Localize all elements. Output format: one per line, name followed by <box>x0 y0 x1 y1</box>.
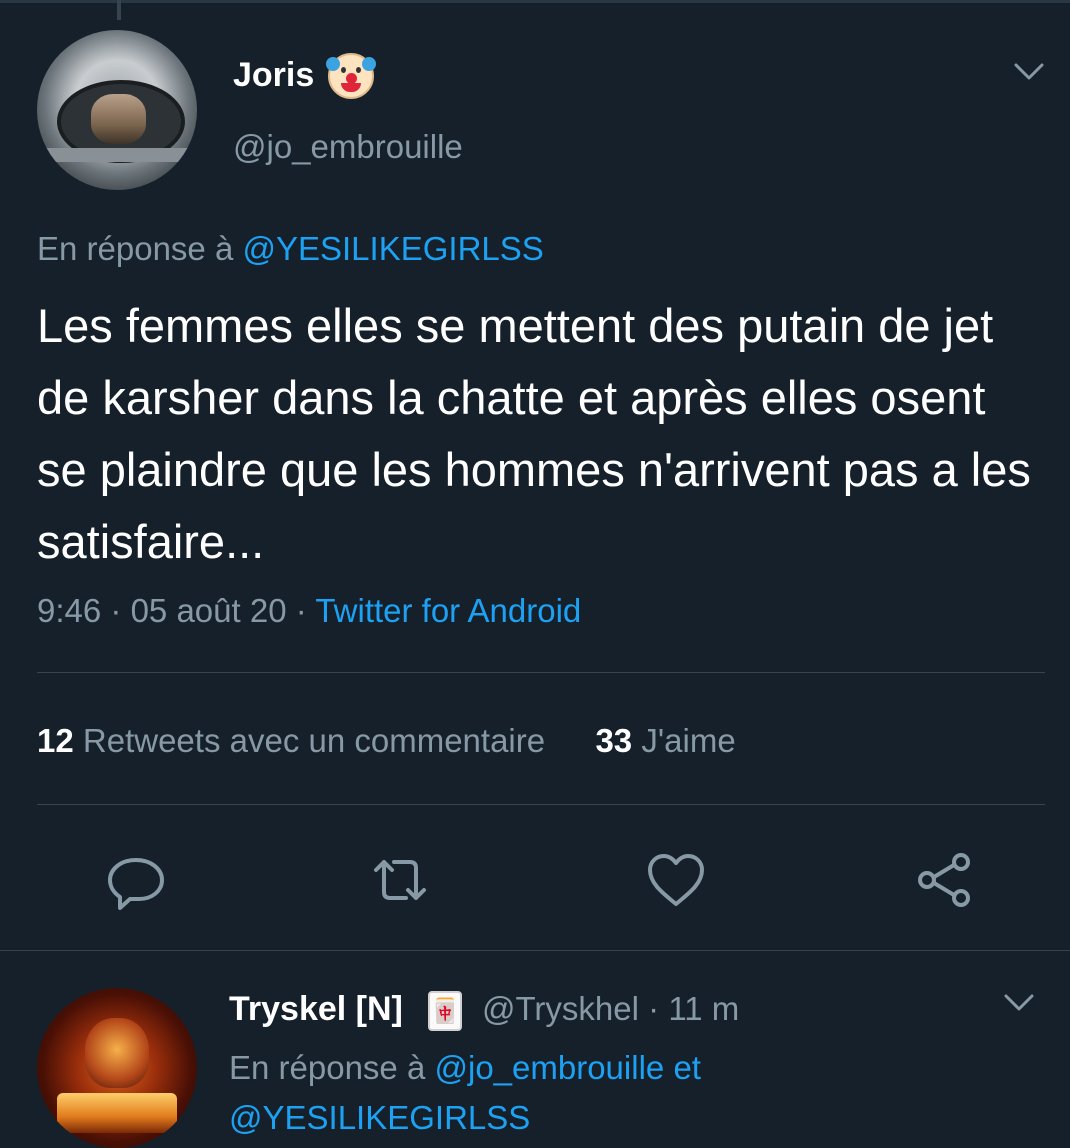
chevron-down-icon[interactable] <box>1013 62 1045 82</box>
reply-mention-link[interactable]: @YESILIKEGIRLSS <box>242 230 543 267</box>
tweet-text: Les femmes elles se mettent des putain d… <box>37 299 1031 568</box>
tweet-meta: 9:46 · 05 août 20 · Twitter for Android <box>37 592 581 630</box>
reply-mention-link[interactable]: @jo_embrouille <box>434 1049 664 1086</box>
retweet-icon[interactable] <box>370 850 430 910</box>
author-handle[interactable]: @jo_embrouille <box>233 128 463 166</box>
thread-connector-line <box>117 0 121 20</box>
like-icon[interactable] <box>646 850 706 910</box>
chevron-down-icon[interactable] <box>1003 993 1035 1013</box>
divider <box>37 672 1045 673</box>
mahjong-tile-icon: 🀄 <box>428 991 462 1031</box>
meta-separator: · <box>110 592 122 629</box>
avatar[interactable] <box>37 988 197 1148</box>
tweet-time-ago: 11 m <box>668 990 740 1027</box>
tweet-stats: 12 Retweets avec un commentaire 33 J'aim… <box>37 722 736 760</box>
reply-context: En réponse à @jo_embrouille et @YESILIKE… <box>229 1043 1009 1143</box>
author-name[interactable]: Joris <box>233 56 314 95</box>
likes-stat[interactable]: 33 J'aime <box>586 722 735 759</box>
retweets-count: 12 <box>37 722 74 759</box>
author-handle: @Tryskhel <box>482 990 639 1027</box>
meta-separator: · <box>648 990 660 1027</box>
tweet-date: 05 août 20 <box>130 592 287 629</box>
tweet-separator <box>0 950 1070 951</box>
likes-count: 33 <box>595 722 633 759</box>
clown-emoji-icon <box>326 53 376 99</box>
likes-label: J'aime <box>641 722 736 759</box>
divider <box>37 804 1045 805</box>
share-icon[interactable] <box>914 850 974 910</box>
tweet-source-link[interactable]: Twitter for Android <box>315 592 581 629</box>
reply-context: En réponse à @YESILIKEGIRLSS <box>37 230 544 268</box>
quote-retweets-stat[interactable]: 12 Retweets avec un commentaire <box>37 722 554 759</box>
top-border <box>0 0 1070 3</box>
reply-mention-link[interactable]: @YESILIKEGIRLSS <box>229 1099 530 1136</box>
avatar[interactable] <box>37 30 197 190</box>
reply-conjunction: et <box>673 1049 701 1086</box>
reply-prefix: En réponse à <box>37 230 234 267</box>
author-name[interactable]: Tryskel [N] <box>229 990 403 1029</box>
reply-icon[interactable] <box>106 850 166 910</box>
meta-separator: · <box>295 592 307 629</box>
tweet-time: 9:46 <box>37 592 102 629</box>
reply-prefix: En réponse à <box>229 1049 426 1086</box>
author-handle-and-time[interactable]: @Tryskhel · 11 m <box>482 990 739 1028</box>
retweets-label: Retweets avec un commentaire <box>82 722 546 759</box>
